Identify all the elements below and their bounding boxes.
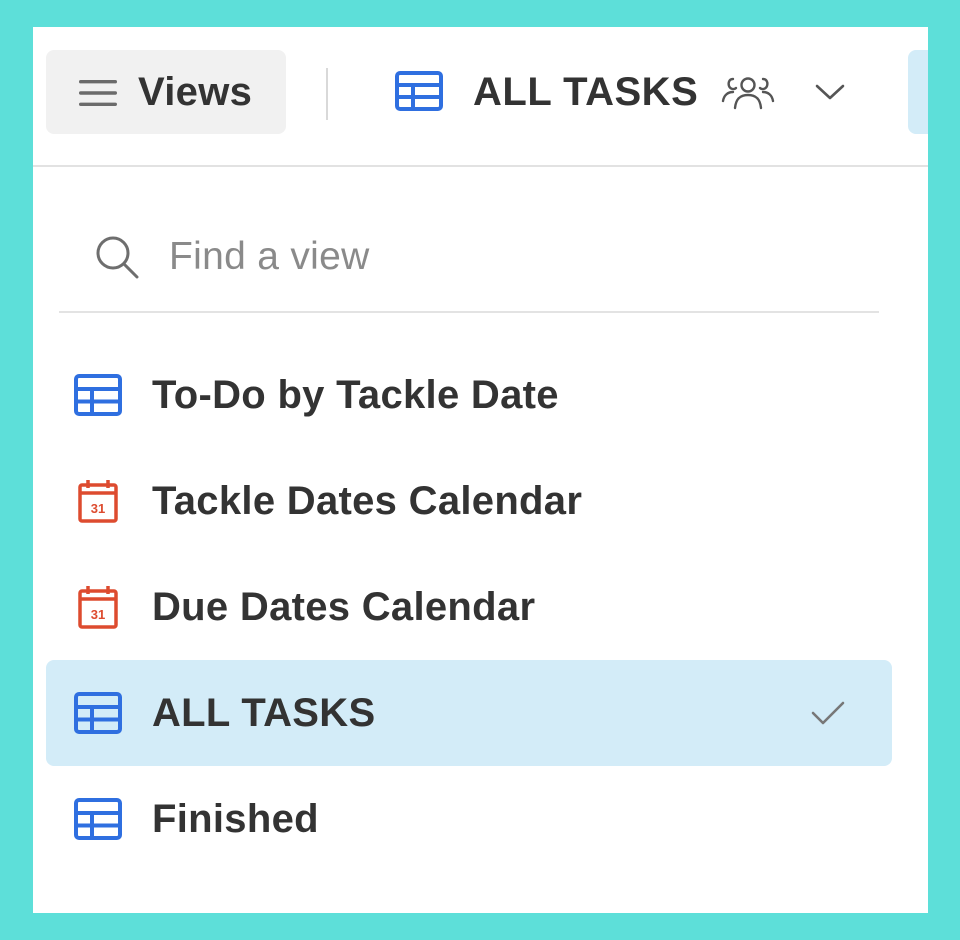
svg-text:31: 31 (91, 607, 105, 622)
toolbar-divider (326, 68, 328, 120)
search-input[interactable] (169, 229, 849, 285)
view-item-label: To-Do by Tackle Date (152, 373, 559, 417)
grid-icon (74, 798, 122, 840)
calendar-icon: 31 (78, 480, 118, 523)
view-item-label: Finished (152, 797, 319, 841)
view-item-to-do-by-tackle-date[interactable]: To-Do by Tackle Date (46, 342, 892, 448)
view-list: To-Do by Tackle Date 31 Tackle Dates Cal… (46, 342, 892, 872)
view-search (59, 217, 879, 313)
grid-icon (74, 374, 122, 416)
current-view-label: ALL TASKS (473, 70, 699, 114)
views-popover: Views ALL TASKS Find a view To-Do by Tac… (33, 27, 928, 913)
toolbar-next-button[interactable] (908, 50, 928, 134)
view-item-label: ALL TASKS (152, 691, 376, 735)
views-button-label: Views (138, 70, 253, 114)
view-item-finished[interactable]: Finished (46, 766, 892, 872)
current-view-selector[interactable]: ALL TASKS (395, 60, 855, 124)
search-icon (96, 236, 139, 279)
grid-icon (74, 692, 122, 734)
view-item-label: Due Dates Calendar (152, 585, 536, 629)
chevron-down-icon[interactable] (813, 78, 847, 104)
view-item-all-tasks[interactable]: ALL TASKS (46, 660, 892, 766)
views-button[interactable]: Views (46, 50, 286, 134)
svg-text:31: 31 (91, 501, 105, 516)
shared-users-icon (721, 77, 775, 110)
view-toolbar: Views ALL TASKS (33, 27, 928, 167)
view-item-tackle-dates-calendar[interactable]: 31 Tackle Dates Calendar (46, 448, 892, 554)
check-icon (811, 701, 845, 725)
view-item-label: Tackle Dates Calendar (152, 479, 583, 523)
calendar-icon: 31 (78, 586, 118, 629)
view-item-due-dates-calendar[interactable]: 31 Due Dates Calendar (46, 554, 892, 660)
hamburger-icon (79, 80, 117, 106)
grid-icon (395, 71, 443, 111)
